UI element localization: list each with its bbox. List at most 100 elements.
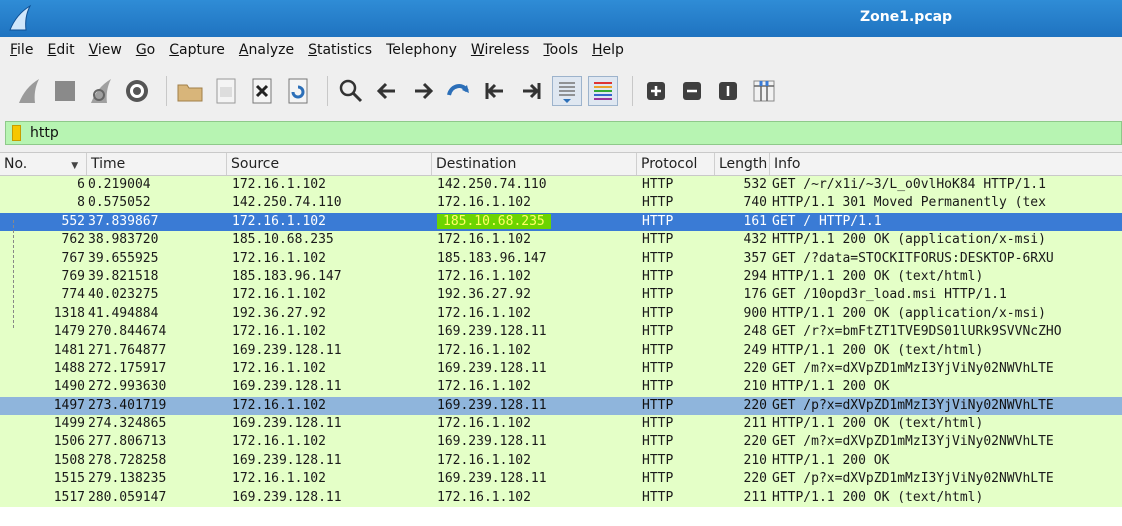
packet-list: No. ▼ Time Source Destination Protocol Le…	[0, 152, 1122, 526]
column-header-time[interactable]: Time	[87, 153, 227, 175]
close-file-icon[interactable]	[247, 76, 277, 106]
menu-analyze[interactable]: Analyze	[239, 42, 294, 58]
packet-destination-cell: 172.16.1.102	[437, 452, 531, 468]
autoscroll-icon[interactable]	[552, 76, 582, 106]
packet-protocol-cell: HTTP	[642, 397, 674, 413]
packet-source-cell: 172.16.1.102	[232, 324, 326, 340]
packet-source-cell: 142.250.74.110	[232, 195, 342, 211]
last-packet-icon[interactable]	[516, 76, 546, 106]
packet-row[interactable]: 1515 279.138235 172.16.1.102 169.239.128.11…	[0, 470, 1122, 489]
packet-row[interactable]: 1497 273.401719 172.16.1.102 169.239.128.11…	[0, 396, 1122, 416]
zoom-in-icon[interactable]	[641, 76, 671, 106]
packet-row[interactable]: 1481 271.764877 169.239.128.11 172.16.1.102…	[0, 341, 1122, 360]
toolbar-separator	[166, 76, 167, 106]
bookmark-icon[interactable]	[12, 125, 21, 141]
packet-row[interactable]: 1499 274.324865 169.239.128.11 172.16.1.102…	[0, 415, 1122, 434]
packet-no-cell: 8	[77, 195, 85, 211]
packet-row[interactable]: 6 0.219004 172.16.1.102 142.250.74.110 HTTP 5…	[0, 176, 1122, 195]
packet-no-cell: 1488	[53, 360, 85, 376]
restart-capture-icon[interactable]	[86, 76, 116, 106]
packet-row[interactable]: 762 38.983720 185.10.68.235 172.16.1.102 HTT…	[0, 231, 1122, 250]
open-file-icon[interactable]	[175, 76, 205, 106]
packet-protocol-cell: HTTP	[642, 452, 674, 468]
packet-protocol-cell: HTTP	[642, 177, 674, 192]
packet-time-cell: 40.023275	[88, 287, 159, 303]
go-back-icon[interactable]	[372, 76, 402, 106]
packet-length-cell: 532	[743, 177, 767, 192]
column-header-length[interactable]: Length	[715, 153, 770, 175]
packet-time-cell: 278.728258	[88, 452, 167, 468]
column-header-no[interactable]: No. ▼	[0, 153, 87, 175]
menu-file[interactable]: File	[10, 42, 33, 58]
packet-row[interactable]: 769 39.821518 185.183.96.147 172.16.1.102 HT…	[0, 267, 1122, 287]
column-header-source[interactable]: Source	[227, 153, 432, 175]
packet-source-cell: 185.10.68.235	[232, 232, 334, 248]
reload-file-icon[interactable]	[283, 76, 313, 106]
stop-capture-icon[interactable]	[50, 76, 80, 106]
go-forward-icon[interactable]	[408, 76, 438, 106]
capture-options-icon[interactable]	[122, 76, 152, 106]
packet-destination-cell: 172.16.1.102	[437, 195, 531, 211]
packet-row[interactable]: 1517 280.059147 169.239.128.11 172.16.1.102…	[0, 488, 1122, 508]
start-capture-icon[interactable]	[14, 76, 44, 106]
packet-row[interactable]: 767 39.655925 172.16.1.102 185.183.96.147 HT…	[0, 249, 1122, 268]
packet-row[interactable]: 1318 41.494884 192.36.27.92 172.16.1.102 HTT…	[0, 304, 1122, 324]
packet-row[interactable]: 1508 278.728258 169.239.128.11 172.16.1.102…	[0, 451, 1122, 471]
packet-row[interactable]: 774 40.023275 172.16.1.102 192.36.27.92 HTTP…	[0, 286, 1122, 305]
first-packet-icon[interactable]	[480, 76, 510, 106]
packet-time-cell: 273.401719	[88, 397, 167, 413]
toolbar-separator	[327, 76, 328, 106]
display-filter-input[interactable]: http	[30, 125, 59, 141]
packet-protocol-cell: HTTP	[642, 416, 674, 432]
column-header-destination[interactable]: Destination	[432, 153, 637, 175]
packet-info-cell: GET /p?x=dXVpZD1mMzI3YjViNy02NWVhLTE	[772, 471, 1054, 487]
zoom-out-icon[interactable]	[677, 76, 707, 106]
packet-protocol-cell: HTTP	[642, 250, 674, 266]
packet-time-cell: 0.219004	[88, 177, 151, 192]
packet-source-cell: 169.239.128.11	[232, 452, 342, 468]
packet-time-cell: 37.839867	[88, 213, 159, 229]
column-header-info[interactable]: Info	[770, 153, 1122, 175]
menu-go[interactable]: Go	[136, 42, 155, 58]
packet-protocol-cell: HTTP	[642, 342, 674, 358]
packet-protocol-cell: HTTP	[642, 305, 674, 321]
packet-row[interactable]: 1490 272.993630 169.239.128.11 172.16.1.102…	[0, 378, 1122, 397]
packet-destination-cell: 169.239.128.11	[437, 434, 547, 450]
packet-row[interactable]: 1488 272.175917 172.16.1.102 169.239.128.11…	[0, 359, 1122, 379]
packet-source-cell: 169.239.128.11	[232, 416, 342, 432]
find-packet-icon[interactable]	[336, 76, 366, 106]
packet-row[interactable]: 552 37.839867 172.16.1.102 185.10.68.235 HTT…	[0, 212, 1122, 232]
colorize-icon[interactable]	[588, 76, 618, 106]
packet-time-cell: 280.059147	[88, 489, 167, 505]
packet-length-cell: 900	[743, 305, 767, 321]
packet-length-cell: 211	[743, 489, 767, 505]
menu-view[interactable]: View	[89, 42, 122, 58]
packet-time-cell: 279.138235	[88, 471, 167, 487]
packet-row[interactable]: 1506 277.806713 172.16.1.102 169.239.128.11…	[0, 433, 1122, 452]
packet-info-cell: HTTP/1.1 200 OK (text/html)	[772, 416, 984, 432]
packet-protocol-cell: HTTP	[642, 360, 674, 376]
menu-statistics[interactable]: Statistics	[308, 42, 372, 58]
packet-info-cell: GET /m?x=dXVpZD1mMzI3YjViNy02NWVhLTE	[772, 360, 1054, 376]
packet-source-cell: 172.16.1.102	[232, 177, 326, 192]
menu-wireless[interactable]: Wireless	[471, 42, 530, 58]
column-header-protocol[interactable]: Protocol	[637, 153, 715, 175]
packet-source-cell: 172.16.1.102	[232, 250, 326, 266]
window-title: Zone1.pcap	[860, 9, 953, 25]
menu-telephony[interactable]: Telephony	[386, 42, 457, 58]
save-file-icon[interactable]	[211, 76, 241, 106]
menu-help[interactable]: Help	[592, 42, 624, 58]
go-to-packet-icon[interactable]	[444, 76, 474, 106]
packet-row[interactable]: 8 0.575052 142.250.74.110 172.16.1.102 HTTP 7…	[0, 194, 1122, 213]
menu-edit[interactable]: Edit	[47, 42, 74, 58]
packet-source-cell: 172.16.1.102	[232, 397, 326, 413]
packet-info-cell: HTTP/1.1 200 OK (text/html)	[772, 489, 984, 505]
packet-protocol-cell: HTTP	[642, 434, 674, 450]
menu-tools[interactable]: Tools	[543, 42, 578, 58]
normal-size-icon[interactable]	[713, 76, 743, 106]
menu-capture[interactable]: Capture	[169, 42, 225, 58]
packet-row[interactable]: 1479 270.844674 172.16.1.102 169.239.128.11…	[0, 323, 1122, 342]
resize-columns-icon[interactable]	[749, 76, 779, 106]
sort-descending-icon: ▼	[71, 161, 79, 171]
packet-length-cell: 220	[743, 434, 767, 450]
